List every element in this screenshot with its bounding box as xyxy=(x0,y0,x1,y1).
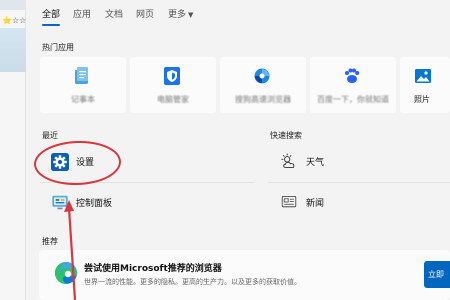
recommend-heading: 推荐 xyxy=(42,237,58,246)
app-tile-notepad[interactable]: 记事本 xyxy=(40,57,126,113)
caret-down-icon: ▼ xyxy=(188,11,194,19)
hot-apps-heading: 热门应用 xyxy=(42,43,74,52)
app-tile-photos[interactable]: 照片 xyxy=(400,57,450,113)
shield-icon xyxy=(164,67,180,85)
recommend-card-description: 世界一流的性能。更多的隐私。更高的生产力。以及更多的获取价值。 xyxy=(84,278,301,286)
app-tile-label: 记事本 xyxy=(71,95,95,104)
recommend-card-edge[interactable]: 尝试使用Microsoft推荐的浏览器 世界一流的性能。更多的隐私。更高的生产力… xyxy=(39,250,450,300)
quick-search-label: 新闻 xyxy=(306,199,325,209)
quick-search-weather[interactable]: 天气 xyxy=(268,145,450,179)
app-tile-sogou-browser[interactable]: 搜狗高速浏览器 xyxy=(220,57,306,113)
recent-heading: 最近 xyxy=(42,131,58,140)
app-tile-label: 搜狗高速浏览器 xyxy=(235,95,291,104)
edge-browser-icon xyxy=(55,262,77,284)
browser-icon xyxy=(254,68,270,84)
background-thumbnail xyxy=(0,28,26,72)
star-icon: ⭐ xyxy=(2,16,12,25)
weather-icon xyxy=(281,153,295,168)
recent-item-control-panel[interactable]: 控制面板 xyxy=(40,186,254,220)
app-tile-label: 照片 xyxy=(414,95,430,104)
recent-item-label: 控制面板 xyxy=(76,199,113,209)
quick-search-label: 天气 xyxy=(306,158,325,168)
app-tile-label: 百度一下，你就知道 xyxy=(317,95,389,104)
tab-web[interactable]: 网页 xyxy=(136,7,154,20)
active-tab-indicator xyxy=(42,24,60,26)
background-window-strip: ⭐☆☆☆ xyxy=(0,0,33,300)
notepad-icon xyxy=(75,67,88,84)
quick-search-news[interactable]: 新闻 xyxy=(268,186,450,220)
open-now-button[interactable]: 立即 xyxy=(424,261,450,288)
control-panel-icon xyxy=(52,195,68,210)
search-tabs: 全部 应用 文档 网页 更多 ▼ xyxy=(26,0,450,30)
tab-apps[interactable]: 应用 xyxy=(73,7,91,20)
tab-more-label: 更多 xyxy=(168,10,187,20)
tab-documents[interactable]: 文档 xyxy=(105,7,123,20)
tab-more[interactable]: 更多 ▼ xyxy=(168,7,193,20)
quick-search-heading: 快速搜索 xyxy=(270,131,302,140)
app-tile-baidu[interactable]: 百度一下，你就知道 xyxy=(310,57,396,113)
recommend-card-title: 尝试使用Microsoft推荐的浏览器 xyxy=(84,264,222,274)
news-icon xyxy=(281,196,297,208)
app-tile-pc-manager[interactable]: 电脑管家 xyxy=(130,57,216,113)
paw-icon xyxy=(345,68,360,83)
background-thumbnail-top xyxy=(0,0,26,10)
photos-icon xyxy=(415,69,431,83)
tab-all[interactable]: 全部 xyxy=(42,7,60,20)
app-tile-label: 电脑管家 xyxy=(157,95,189,104)
divider xyxy=(268,182,450,183)
